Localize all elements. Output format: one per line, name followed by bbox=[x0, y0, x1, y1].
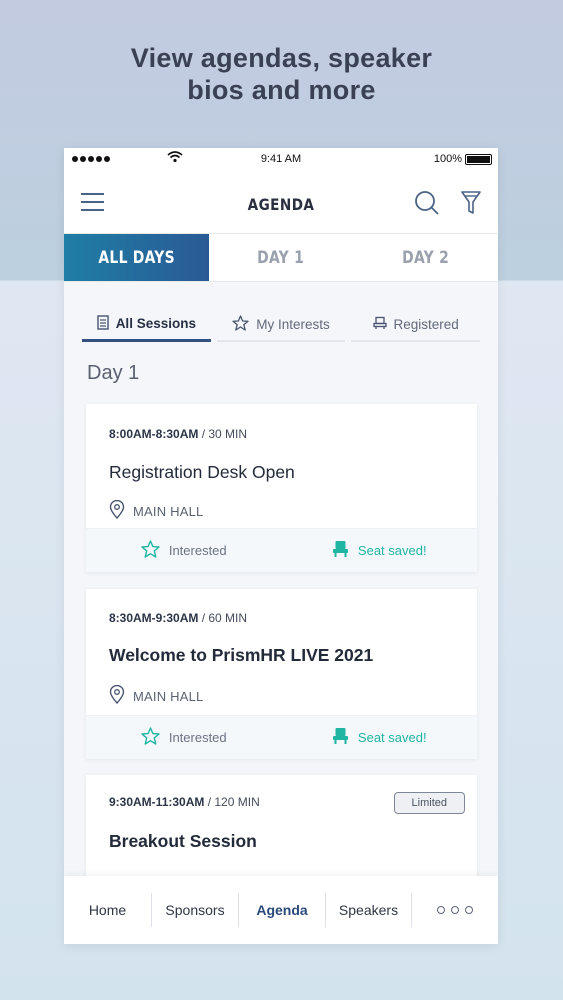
headline-line-1: View agendas, speaker bbox=[130, 43, 433, 73]
phone-screen: 9:41 AM 100% AGENDA ALL DAYS DAY 1 DAY 2… bbox=[64, 148, 498, 944]
seat-icon bbox=[332, 727, 349, 748]
more-icon[interactable] bbox=[412, 906, 498, 914]
calendar-icon bbox=[96, 314, 109, 333]
day-tabs: ALL DAYS DAY 1 DAY 2 bbox=[64, 234, 498, 282]
location-label: MAIN HALL bbox=[133, 503, 204, 519]
bottom-nav: Home Sponsors Agenda Speakers bbox=[64, 876, 498, 944]
seat-icon bbox=[332, 540, 349, 561]
session-location: MAIN HALL bbox=[109, 684, 204, 707]
tab-day-1[interactable]: DAY 1 bbox=[209, 234, 354, 281]
star-icon bbox=[141, 540, 160, 561]
star-icon bbox=[232, 314, 249, 334]
seat-saved-label: Seat saved! bbox=[357, 730, 427, 745]
session-filters: All Sessions My Interests Registered bbox=[82, 308, 481, 342]
star-icon bbox=[141, 727, 160, 748]
location-pin-icon bbox=[109, 684, 125, 707]
session-location: MAIN HALL bbox=[109, 499, 204, 522]
battery-percent: 100% bbox=[433, 153, 462, 165]
seat-icon bbox=[372, 316, 387, 333]
interested-label: Interested bbox=[168, 730, 227, 745]
filter-icon[interactable] bbox=[459, 189, 487, 217]
page-title: AGENDA bbox=[247, 195, 315, 214]
filter-label: All Sessions bbox=[115, 316, 196, 331]
filter-label: My Interests bbox=[256, 316, 330, 332]
session-actions: Interested Seat saved! bbox=[86, 528, 477, 572]
filter-all-sessions[interactable]: All Sessions bbox=[82, 308, 211, 342]
filter-registered[interactable]: Registered bbox=[351, 308, 481, 342]
headline-line-2: bios and more bbox=[187, 75, 376, 105]
session-card[interactable]: 8:30AM-9:30AM / 60 MIN Welcome to PrismH… bbox=[86, 589, 477, 759]
session-title: Registration Desk Open bbox=[109, 462, 295, 482]
tab-day-2[interactable]: DAY 2 bbox=[353, 234, 498, 281]
nav-home[interactable]: Home bbox=[64, 893, 152, 927]
app-header: AGENDA bbox=[64, 171, 498, 234]
interested-button[interactable]: Interested bbox=[86, 540, 282, 561]
location-label: MAIN HALL bbox=[133, 688, 204, 704]
limited-badge: Limited bbox=[393, 792, 465, 814]
promo-headline: View agendas, speaker bios and more bbox=[0, 42, 563, 106]
interested-label: Interested bbox=[168, 543, 227, 558]
session-time: 9:30AM-11:30AM / 120 MIN bbox=[109, 795, 260, 809]
tab-all-days[interactable]: ALL DAYS bbox=[64, 234, 209, 281]
session-title: Breakout Session bbox=[109, 831, 257, 851]
session-time: 8:30AM-9:30AM / 60 MIN bbox=[109, 611, 248, 625]
battery-icon bbox=[465, 154, 492, 165]
nav-agenda[interactable]: Agenda bbox=[239, 893, 326, 927]
session-time: 8:00AM-8:30AM / 30 MIN bbox=[109, 427, 248, 441]
search-icon[interactable] bbox=[413, 189, 441, 217]
session-actions: Interested Seat saved! bbox=[86, 715, 477, 759]
filter-label: Registered bbox=[393, 316, 459, 332]
day-heading: Day 1 bbox=[87, 362, 140, 384]
nav-speakers[interactable]: Speakers bbox=[326, 893, 412, 927]
status-bar: 9:41 AM 100% bbox=[64, 148, 498, 171]
seat-saved-label: Seat saved! bbox=[357, 543, 427, 558]
filter-my-interests[interactable]: My Interests bbox=[216, 308, 346, 342]
interested-button[interactable]: Interested bbox=[86, 727, 282, 748]
session-title: Welcome to PrismHR LIVE 2021 bbox=[109, 645, 374, 665]
seat-saved-button[interactable]: Seat saved! bbox=[282, 727, 478, 748]
nav-sponsors[interactable]: Sponsors bbox=[152, 893, 239, 927]
seat-saved-button[interactable]: Seat saved! bbox=[282, 540, 478, 561]
location-pin-icon bbox=[109, 499, 125, 522]
session-card[interactable]: 8:00AM-8:30AM / 30 MIN Registration Desk… bbox=[86, 404, 477, 572]
